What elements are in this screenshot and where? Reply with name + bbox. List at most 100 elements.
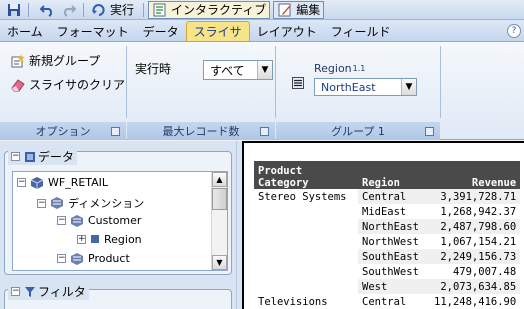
column-header-revenue[interactable]: Revenue bbox=[430, 161, 521, 189]
cell-category bbox=[254, 249, 358, 264]
field-icon bbox=[90, 234, 100, 246]
collapse-icon[interactable]: − bbox=[57, 254, 66, 263]
chevron-down-icon[interactable]: ▼ bbox=[401, 79, 416, 95]
interactive-button[interactable]: インタラクティブ bbox=[148, 0, 271, 19]
ribbon-tabs: ホーム フォーマット データ スライサ レイアウト フィールド ? bbox=[0, 20, 524, 42]
region-field-superscript: 1.1 bbox=[352, 64, 366, 73]
group-list-icon[interactable] bbox=[292, 77, 304, 89]
cell-revenue: 1,268,942.37 bbox=[440, 205, 517, 218]
expand-icon[interactable]: + bbox=[77, 235, 86, 244]
table-row: NorthEast 2,487,798.60 bbox=[254, 219, 521, 234]
tab-layout[interactable]: レイアウト bbox=[250, 21, 324, 41]
collapse-icon[interactable]: − bbox=[11, 152, 20, 161]
runtime-label-text: 実行時 bbox=[135, 62, 172, 76]
max-records-value: すべて bbox=[210, 63, 245, 78]
cell-region: MidEast bbox=[362, 205, 407, 218]
hierarchy-icon bbox=[70, 252, 84, 265]
tree-node-dimensions[interactable]: − ディメンション bbox=[37, 195, 144, 211]
quick-access-toolbar: 実行 インタラクティブ 編集 bbox=[0, 0, 524, 20]
region-field-name: Region bbox=[314, 62, 352, 75]
dialog-launcher-icon[interactable] bbox=[425, 127, 434, 136]
column-header-product-category[interactable]: Product Category bbox=[254, 161, 358, 189]
tab-data[interactable]: データ bbox=[136, 21, 186, 41]
ribbon: 新規グループ スライサのクリア オプション 実行時 すべて ▼ 最大レコード数 … bbox=[0, 42, 524, 140]
dialog-launcher-icon[interactable] bbox=[111, 127, 120, 136]
run-button[interactable]: 実行 bbox=[88, 1, 137, 19]
tab-format[interactable]: フォーマット bbox=[50, 21, 136, 41]
clear-slicer-button[interactable]: スライサのクリア bbox=[10, 76, 125, 93]
filter-icon bbox=[24, 286, 36, 298]
help-icon[interactable]: ? bbox=[507, 24, 521, 38]
toolbar-separator bbox=[83, 2, 84, 17]
filter-panel-title[interactable]: − フィルタ bbox=[8, 283, 89, 300]
collapse-icon[interactable]: − bbox=[57, 216, 66, 225]
chevron-down-icon[interactable]: ▼ bbox=[257, 61, 272, 79]
tree-scrollbar[interactable]: ▲ ▼ bbox=[211, 172, 227, 270]
tree-node-label: Customer bbox=[88, 214, 142, 227]
tab-fields[interactable]: フィールド bbox=[324, 21, 398, 41]
cell-revenue: 2,487,798.60 bbox=[430, 219, 521, 234]
group-1-footer: グループ 1 bbox=[276, 122, 440, 140]
tree-node-region[interactable]: + Region bbox=[77, 233, 142, 246]
max-records-select[interactable]: すべて ▼ bbox=[203, 60, 273, 80]
region-field-label: Region 1.1 bbox=[314, 62, 365, 75]
filter-panel-label: フィルタ bbox=[38, 285, 86, 299]
table-row: MidEast 1,268,942.37 bbox=[254, 204, 520, 219]
dialog-launcher-icon[interactable] bbox=[260, 127, 269, 136]
collapse-icon[interactable]: − bbox=[37, 198, 46, 208]
app-window: 実行 インタラクティブ 編集 ホーム フォーマット データ スライサ レイアウト… bbox=[0, 0, 524, 309]
column-header-region[interactable]: Region bbox=[358, 161, 430, 189]
cell-region: NorthWest bbox=[362, 235, 419, 248]
tab-slicer[interactable]: スライサ bbox=[185, 21, 250, 41]
eraser-icon bbox=[10, 77, 26, 93]
run-label: 実行 bbox=[110, 3, 135, 17]
undo-icon[interactable] bbox=[39, 2, 55, 18]
tree-node-product[interactable]: − Product bbox=[57, 252, 130, 265]
toolbar-separator bbox=[143, 2, 145, 17]
collapse-icon[interactable]: − bbox=[17, 178, 26, 187]
new-group-button[interactable]: 新規グループ bbox=[10, 52, 100, 69]
new-group-icon bbox=[10, 53, 26, 69]
edit-button[interactable]: 編集 bbox=[273, 0, 325, 19]
cell-region: Central bbox=[362, 295, 407, 308]
cell-revenue: 2,073,634.85 bbox=[430, 279, 521, 294]
cell-region: NorthEast bbox=[358, 219, 430, 234]
cell-category bbox=[254, 204, 358, 219]
header-line-1: Product bbox=[258, 165, 303, 177]
scroll-up-icon[interactable]: ▲ bbox=[212, 172, 227, 187]
scroll-thumb[interactable] bbox=[212, 188, 227, 210]
cell-revenue: 3,391,728.71 bbox=[430, 189, 521, 204]
options-group: 新規グループ スライサのクリア オプション bbox=[0, 42, 126, 140]
save-icon[interactable] bbox=[6, 2, 22, 18]
left-panel: − データ − WF_RETAIL − ディメンション − Customer +… bbox=[0, 141, 236, 309]
report-body: Stereo Systems Central 3,391,728.71 MidEas… bbox=[254, 189, 521, 309]
cell-category bbox=[254, 234, 358, 249]
table-row: Televisions Central 11,248,416.90 bbox=[254, 294, 520, 309]
cell-category: Televisions bbox=[254, 294, 358, 309]
cell-category bbox=[254, 219, 358, 234]
region-select[interactable]: NorthEast ▼ bbox=[314, 78, 417, 96]
runtime-label: 実行時 bbox=[135, 60, 171, 77]
cell-revenue: 479,007.48 bbox=[452, 265, 517, 278]
data-panel-title[interactable]: − データ bbox=[8, 148, 78, 165]
tree-node-wf-retail[interactable]: − WF_RETAIL bbox=[17, 176, 108, 189]
cell-region: SouthWest bbox=[362, 265, 419, 278]
cell-category bbox=[254, 279, 358, 294]
database-icon bbox=[30, 176, 44, 189]
edit-label: 編集 bbox=[296, 3, 321, 17]
cell-region: SouthEast bbox=[358, 249, 430, 264]
hierarchy-icon bbox=[70, 214, 84, 227]
scroll-down-icon[interactable]: ▼ bbox=[212, 255, 227, 270]
table-row: Stereo Systems Central 3,391,728.71 bbox=[254, 189, 521, 204]
tree-node-customer[interactable]: − Customer bbox=[57, 214, 141, 227]
cell-revenue: 1,067,154.21 bbox=[440, 235, 517, 248]
tree-node-label: WF_RETAIL bbox=[48, 176, 109, 189]
tab-home[interactable]: ホーム bbox=[0, 21, 50, 41]
region-select-value: NorthEast bbox=[321, 80, 376, 94]
redo-icon[interactable] bbox=[61, 2, 77, 18]
table-row: SouthEast 2,249,156.73 bbox=[254, 249, 521, 264]
table-row: SouthWest 479,007.48 bbox=[254, 264, 520, 279]
collapse-icon[interactable]: − bbox=[11, 287, 20, 296]
interactive-label: インタラクティブ bbox=[171, 3, 267, 17]
max-records-group: 実行時 すべて ▼ 最大レコード数 bbox=[127, 42, 275, 140]
